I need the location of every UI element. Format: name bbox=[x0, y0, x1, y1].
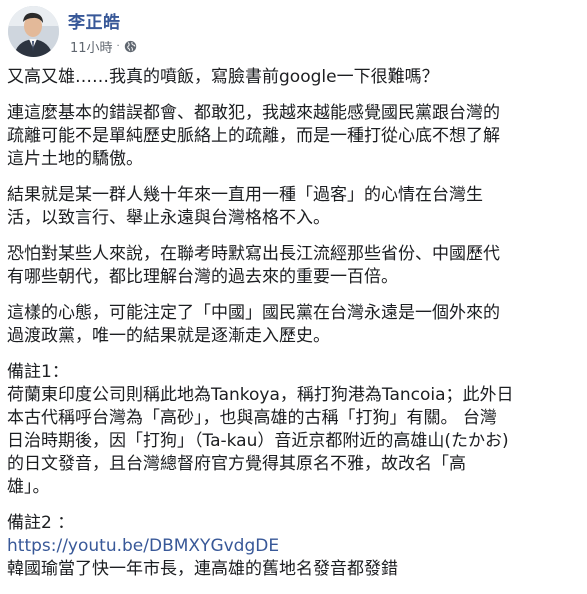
post-body: 又高又雄……我真的噴飯，寫臉書前google一下很難嗎？ 連這麼基本的錯誤都會、… bbox=[7, 66, 577, 594]
youtube-link[interactable]: https://youtu.be/DBMXYGvdgDE bbox=[7, 536, 279, 556]
avatar[interactable] bbox=[8, 6, 59, 57]
post-paragraph: 結果就是某一群人幾十年來一直用一種「過客」的心情在台灣生 活，以致言行、舉止永遠… bbox=[7, 185, 483, 228]
facebook-post: 李正皓 11小時 · 又高又雄……我真的噴飯，寫臉書前google一下很難嗎？ … bbox=[0, 0, 587, 589]
note1-title: 備註1： bbox=[7, 362, 69, 382]
post-paragraph: 恐怕對某些人來說，在聯考時默寫出長江流經那些省份、中國歷代 有哪些朝代，都比理解… bbox=[7, 244, 500, 287]
post-meta: 11小時 · bbox=[70, 37, 137, 56]
post-paragraph: 又高又雄……我真的噴飯，寫臉書前google一下很難嗎？ bbox=[7, 67, 439, 87]
note2-title: 備註2 ： bbox=[7, 513, 75, 533]
author-name[interactable]: 李正皓 bbox=[68, 8, 121, 33]
post-paragraph: 這樣的心態，可能注定了「中國」國民黨在台灣永遠是一個外來的 過渡政黨，唯一的結果… bbox=[7, 303, 500, 346]
post-paragraph: 連這麼基本的錯誤都會、都敢犯，我越來越能感覺國民黨跟台灣的 疏離可能不是單純歷史… bbox=[7, 103, 500, 169]
meta-separator: · bbox=[116, 41, 120, 52]
timestamp[interactable]: 11小時 bbox=[70, 37, 113, 56]
globe-icon[interactable] bbox=[124, 40, 137, 53]
post-header: 李正皓 11小時 · bbox=[8, 6, 568, 58]
note2-body: 韓國瑜當了快一年市長，連高雄的舊地名發音都發錯 bbox=[7, 559, 398, 579]
note1-body: 荷蘭東印度公司則稱此地為Tankoya，稱打狗港為Tancoia；此外日 本古代… bbox=[7, 385, 514, 497]
avatar-image bbox=[8, 6, 59, 57]
